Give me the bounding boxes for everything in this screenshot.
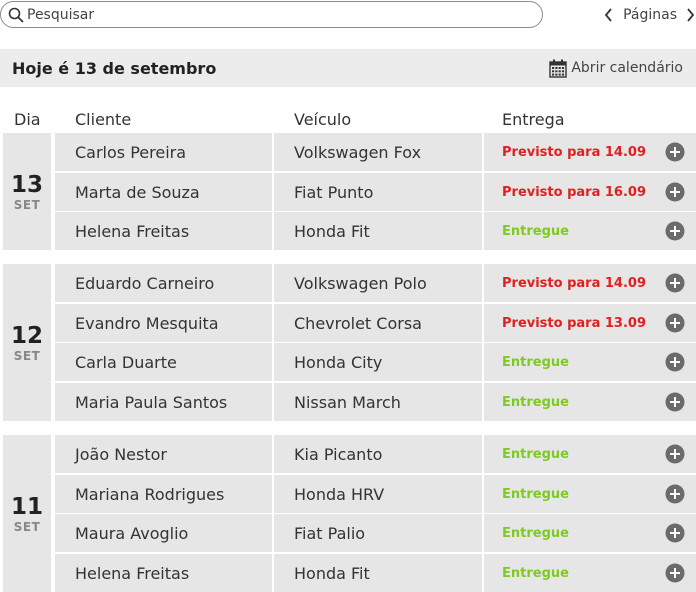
- client-cell: Carla Duarte: [55, 343, 272, 381]
- open-calendar-button[interactable]: Abrir calendário: [549, 59, 683, 78]
- add-icon[interactable]: [665, 313, 685, 337]
- table-row[interactable]: Eduardo Carneiro Volkswagen Polo Previst…: [55, 264, 696, 302]
- client-cell: Helena Freitas: [55, 554, 272, 592]
- day-month: SET: [13, 519, 41, 534]
- open-calendar-label: Abrir calendário: [571, 60, 683, 76]
- date-bar: Hoje é 13 de setembro Abrir calendário: [0, 49, 696, 87]
- chevron-right-icon[interactable]: [684, 7, 696, 23]
- table-row[interactable]: Marta de Souza Fiat Punto Previsto para …: [55, 173, 696, 211]
- add-icon[interactable]: [665, 444, 685, 468]
- chevron-left-icon[interactable]: [603, 7, 615, 23]
- client-cell: Marta de Souza: [55, 173, 272, 211]
- vehicle-cell: Volkswagen Fox: [274, 133, 482, 171]
- column-header-vehicle: Veículo: [294, 110, 352, 129]
- day-group: 13 SET Carlos Pereira Volkswagen Fox Pre…: [3, 133, 696, 250]
- day-group: 11 SET João Nestor Kia Picanto Entregue …: [3, 435, 696, 592]
- today-label: Hoje é 13 de setembro: [12, 58, 217, 78]
- table-row[interactable]: Maura Avoglio Fiat Palio Entregue: [55, 514, 696, 552]
- add-icon[interactable]: [665, 142, 685, 166]
- vehicle-cell: Fiat Palio: [274, 514, 482, 552]
- add-icon[interactable]: [665, 484, 685, 508]
- table-row[interactable]: Carla Duarte Honda City Entregue: [55, 343, 696, 381]
- add-icon[interactable]: [665, 392, 685, 416]
- table-row[interactable]: Mariana Rodrigues Honda HRV Entregue: [55, 475, 696, 513]
- day-number: 13: [10, 171, 43, 198]
- add-icon[interactable]: [665, 563, 685, 587]
- table-row[interactable]: Maria Paula Santos Nissan March Entregue: [55, 383, 696, 421]
- add-icon[interactable]: [665, 221, 685, 245]
- client-cell: Mariana Rodrigues: [55, 475, 272, 513]
- day-month: SET: [13, 197, 41, 212]
- day-month: SET: [13, 348, 41, 363]
- pagination: Páginas: [603, 4, 696, 26]
- day-number: 11: [10, 493, 43, 520]
- table-row[interactable]: Helena Freitas Honda Fit Entregue: [55, 212, 696, 250]
- client-cell: Eduardo Carneiro: [55, 264, 272, 302]
- calendar-icon: [549, 59, 568, 78]
- column-header-delivery: Entrega: [502, 110, 565, 129]
- vehicle-cell: Volkswagen Polo: [274, 264, 482, 302]
- client-cell: João Nestor: [55, 435, 272, 473]
- column-header-client: Cliente: [75, 110, 132, 129]
- vehicle-cell: Honda City: [274, 343, 482, 381]
- day-cell: 11 SET: [3, 435, 51, 592]
- vehicle-cell: Honda HRV: [274, 475, 482, 513]
- search-bar[interactable]: [0, 1, 543, 28]
- vehicle-cell: Kia Picanto: [274, 435, 482, 473]
- table-row[interactable]: Helena Freitas Honda Fit Entregue: [55, 554, 696, 592]
- table-header: Dia Cliente Veículo Entrega: [0, 110, 696, 132]
- column-header-day: Dia: [14, 110, 41, 129]
- table-row[interactable]: Carlos Pereira Volkswagen Fox Previsto p…: [55, 133, 696, 171]
- client-cell: Carlos Pereira: [55, 133, 272, 171]
- table-row[interactable]: João Nestor Kia Picanto Entregue: [55, 435, 696, 473]
- client-cell: Evandro Mesquita: [55, 304, 272, 342]
- add-icon[interactable]: [665, 273, 685, 297]
- vehicle-cell: Chevrolet Corsa: [274, 304, 482, 342]
- day-group: 12 SET Eduardo Carneiro Volkswagen Polo …: [3, 264, 696, 421]
- client-cell: Helena Freitas: [55, 212, 272, 250]
- add-icon[interactable]: [665, 182, 685, 206]
- vehicle-cell: Nissan March: [274, 383, 482, 421]
- add-icon[interactable]: [665, 352, 685, 376]
- vehicle-cell: Fiat Punto: [274, 173, 482, 211]
- pager-label: Páginas: [623, 7, 677, 23]
- client-cell: Maria Paula Santos: [55, 383, 272, 421]
- table-row[interactable]: Evandro Mesquita Chevrolet Corsa Previst…: [55, 304, 696, 342]
- day-cell: 12 SET: [3, 264, 51, 421]
- add-icon[interactable]: [665, 523, 685, 547]
- search-icon: [8, 7, 24, 27]
- client-cell: Maura Avoglio: [55, 514, 272, 552]
- day-cell: 13 SET: [3, 133, 51, 250]
- vehicle-cell: Honda Fit: [274, 212, 482, 250]
- search-input[interactable]: [27, 6, 507, 23]
- day-number: 12: [10, 322, 43, 349]
- vehicle-cell: Honda Fit: [274, 554, 482, 592]
